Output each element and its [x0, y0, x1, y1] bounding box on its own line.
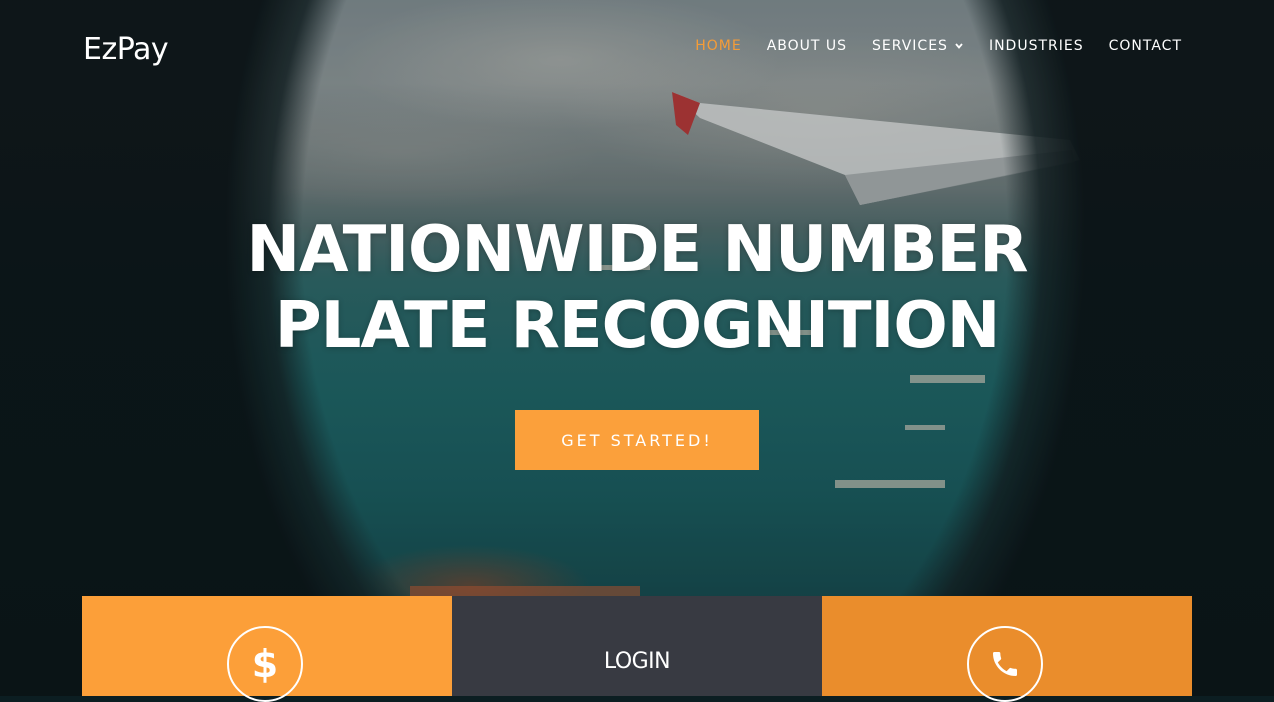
- nav-about-us-label: ABOUT US: [766, 38, 848, 54]
- hero-headline: NATIONWIDE NUMBER PLATE RECOGNITION: [0, 212, 1274, 364]
- phone-icon: [967, 626, 1043, 702]
- payment-card[interactable]: $: [82, 596, 452, 702]
- main-nav: HOME ABOUT US SERVICES INDUSTRIES CONTAC…: [695, 36, 1182, 56]
- nav-services-label: SERVICES: [872, 38, 948, 54]
- get-started-button[interactable]: GET STARTED!: [515, 410, 759, 470]
- chevron-down-icon: [955, 43, 963, 49]
- headline-line-2: PLATE RECOGNITION: [274, 289, 1001, 363]
- nav-about-us[interactable]: ABOUT US: [767, 36, 847, 56]
- nav-industries-label: INDUSTRIES: [988, 38, 1084, 54]
- dollar-icon: $: [227, 626, 303, 702]
- nav-industries[interactable]: INDUSTRIES: [989, 36, 1084, 56]
- nav-home-label: HOME: [695, 38, 742, 54]
- site-logo[interactable]: EzPay: [83, 30, 169, 70]
- login-card[interactable]: [452, 596, 822, 696]
- contact-card[interactable]: [822, 596, 1192, 702]
- headline-line-1: NATIONWIDE NUMBER: [246, 213, 1028, 287]
- nav-contact-label: CONTACT: [1108, 38, 1182, 54]
- nav-contact[interactable]: CONTACT: [1109, 36, 1182, 56]
- nav-home[interactable]: HOME: [695, 36, 741, 56]
- login-title[interactable]: LOGIN: [452, 649, 822, 674]
- nav-services[interactable]: SERVICES: [872, 36, 964, 56]
